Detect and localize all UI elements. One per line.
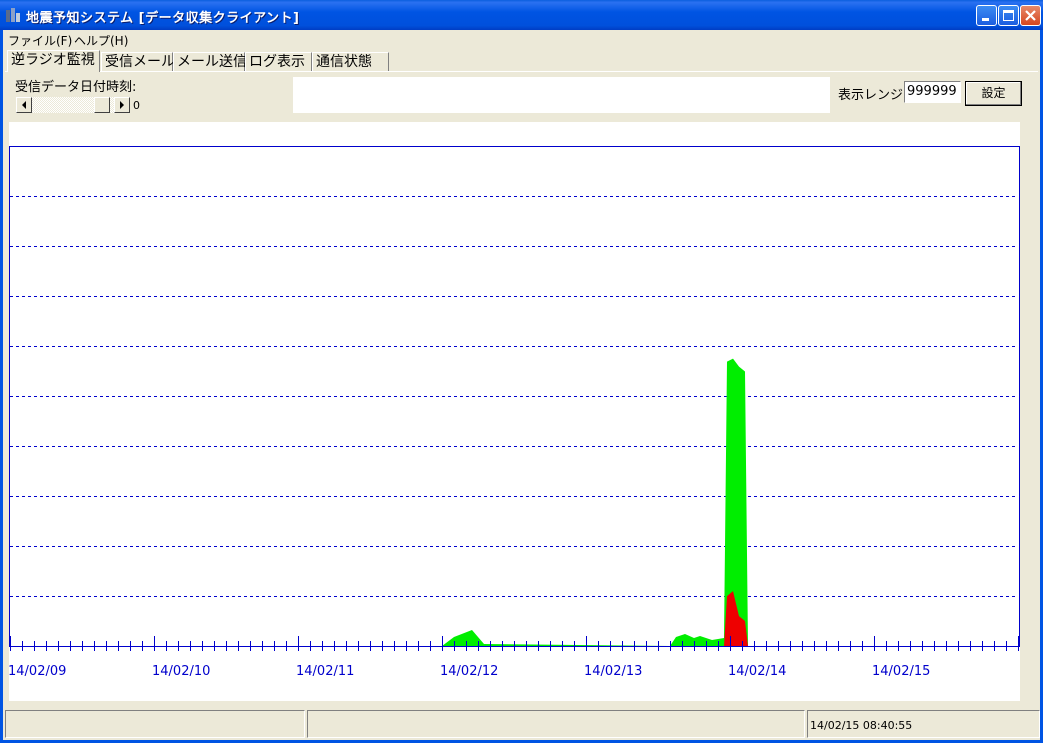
app-icon [6, 8, 20, 22]
received-datetime-label: 受信データ日付時刻: [15, 80, 137, 95]
minimize-button[interactable] [976, 5, 997, 26]
menu-help[interactable]: ヘルプ(H) [74, 32, 128, 49]
message-display [293, 77, 830, 113]
close-button[interactable] [1020, 5, 1041, 26]
scroll-left-button[interactable] [16, 97, 32, 113]
tab-reverse-radio[interactable]: 逆ラジオ監視 [7, 50, 100, 72]
title-bar[interactable]: 地震予知システム [データ収集クライアント] [0, 0, 1043, 30]
scroll-right-button[interactable] [114, 97, 130, 113]
menu-bar: ファイル(F) ヘルプ(H) [3, 30, 1040, 48]
status-bar: 14/02/15 08:40:55 [3, 703, 1040, 740]
maximize-icon [1003, 10, 1014, 21]
minimize-icon [982, 18, 989, 21]
set-button[interactable]: 設定 [965, 81, 1022, 106]
status-panel-2 [307, 710, 805, 738]
menu-file[interactable]: ファイル(F) [8, 32, 72, 49]
status-timestamp: 14/02/15 08:40:55 [807, 710, 1040, 738]
status-panel-1 [5, 710, 305, 738]
arrow-right-icon [120, 101, 124, 109]
range-label: 表示レンジ: [838, 88, 908, 103]
maximize-button[interactable] [998, 5, 1019, 26]
chart-area [9, 122, 1020, 701]
scroll-value: 0 [133, 99, 140, 112]
scroll-thumb[interactable] [94, 97, 110, 113]
arrow-left-icon [22, 101, 26, 109]
tab-log[interactable]: ログ表示 [245, 52, 312, 72]
window-title: 地震予知システム [データ収集クライアント] [26, 11, 300, 26]
datetime-scrollbar[interactable] [16, 97, 130, 113]
close-icon [1025, 10, 1036, 21]
tab-connection-status[interactable]: 通信状態 [312, 52, 389, 72]
tab-send-mail[interactable]: メール送信 [173, 52, 247, 72]
tab-received-mail[interactable]: 受信メール [101, 52, 175, 72]
range-input[interactable]: 999999 [904, 81, 961, 103]
main-window: 地震予知システム [データ収集クライアント] ファイル(F) ヘルプ(H) 逆ラ… [0, 0, 1043, 743]
